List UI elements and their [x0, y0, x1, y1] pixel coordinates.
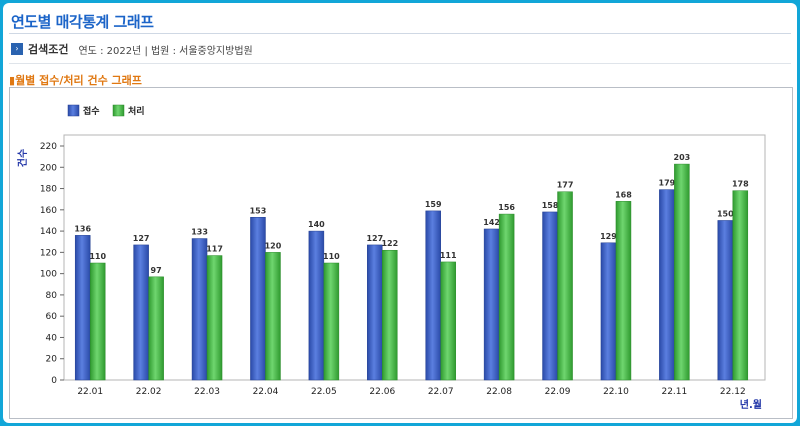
data-label: 110 [89, 252, 106, 261]
data-label: 122 [381, 239, 398, 248]
data-label: 117 [206, 245, 223, 254]
bar-receive [367, 244, 383, 381]
legend-swatch [67, 104, 80, 117]
data-label: 177 [557, 181, 574, 190]
bar-receive [74, 235, 91, 381]
y-tick-label: 0 [51, 376, 57, 386]
data-label: 179 [659, 179, 676, 188]
chart-legend: 접수 처리 [67, 104, 145, 117]
bar-receive [250, 217, 266, 381]
y-tick-label: 160 [40, 206, 57, 216]
data-label: 111 [440, 251, 457, 260]
x-tick-label: 22.03 [194, 387, 220, 397]
x-tick-label: 22.04 [253, 387, 279, 397]
data-label: 153 [250, 206, 267, 215]
bar-process [615, 201, 632, 381]
section-title: ▮월별 접수/처리 건수 그래프 [9, 72, 142, 88]
y-tick-label: 140 [40, 227, 57, 237]
bar-process [382, 249, 398, 381]
bar-receive [542, 211, 558, 381]
x-tick-label: 22.09 [545, 387, 571, 397]
x-tick-label: 22.06 [369, 387, 395, 397]
conditions-label: 검색조건 [28, 43, 69, 56]
y-tick-label: 220 [40, 142, 57, 152]
data-label: 140 [308, 220, 325, 229]
conditions-divider [9, 63, 791, 64]
data-label: 156 [498, 203, 515, 212]
bar-process [498, 213, 515, 381]
arrow-right-icon: › [11, 43, 23, 55]
data-label: 178 [732, 180, 749, 189]
title-divider [9, 33, 791, 34]
data-label: 133 [191, 228, 208, 237]
y-tick-label: 60 [46, 312, 58, 322]
x-tick-label: 22.07 [428, 387, 454, 397]
data-label: 97 [151, 266, 162, 275]
bar-receive [191, 238, 208, 381]
bar-process [89, 262, 106, 381]
bar-process [440, 261, 456, 381]
y-tick-label: 180 [40, 185, 57, 195]
bar-receive [133, 244, 149, 381]
section-title-text: 월별 접수/처리 건수 그래프 [15, 74, 142, 87]
y-tick-label: 20 [46, 355, 58, 365]
legend-label: 접수 [83, 105, 100, 117]
data-label: 127 [133, 234, 150, 243]
y-tick-label: 40 [46, 333, 58, 343]
y-tick-label: 100 [40, 270, 57, 280]
y-axis: 0 20 40 60 80 100 120 140 160 180 200 220 [40, 142, 64, 386]
bar-chart: 접수 처리 0 20 40 60 80 100 120 140 160 180 200 220 136 1… [16, 104, 766, 411]
y-tick-label: 200 [40, 163, 57, 173]
x-tick-label: 22.10 [603, 387, 629, 397]
data-label: 168 [615, 190, 632, 199]
y-axis-title: 건수 [16, 149, 29, 167]
bar-receive [600, 242, 617, 381]
bar-process [265, 252, 281, 381]
legend-swatch [112, 104, 125, 117]
x-tick-label: 22.11 [661, 387, 687, 397]
bar-process [206, 255, 223, 381]
bar-receive [483, 228, 500, 381]
bar-process [732, 190, 749, 381]
data-label: 158 [542, 201, 559, 210]
x-tick-label: 22.05 [311, 387, 337, 397]
x-axis-title: 년.월 [740, 398, 762, 411]
data-label: 203 [674, 153, 691, 162]
data-label: 159 [425, 200, 442, 209]
x-tick-label: 22.12 [720, 387, 746, 397]
bar-receive [425, 210, 441, 381]
x-tick-label: 22.02 [136, 387, 162, 397]
data-label: 129 [600, 232, 617, 241]
page-title: 연도별 매각통계 그래프 [11, 13, 154, 31]
bar-process [674, 163, 690, 381]
bar-receive [717, 220, 734, 381]
data-label: 142 [483, 218, 500, 227]
legend-label: 처리 [128, 105, 145, 117]
data-label: 110 [323, 252, 340, 261]
conditions-value: 연도 : 2022년 | 법원 : 서울중앙지방법원 [78, 45, 253, 57]
chart-frame: 접수 처리 0 20 40 60 80 100 120 140 160 180 200 220 136 1… [9, 87, 793, 419]
bar-receive [308, 230, 325, 381]
data-label: 120 [265, 241, 282, 250]
bar-process [557, 191, 573, 381]
x-tick-label: 22.01 [77, 387, 103, 397]
x-axis: 22.01 22.02 22.03 22.04 22.05 22.06 22.07 22.08… [77, 387, 745, 397]
x-tick-label: 22.08 [486, 387, 512, 397]
bar-receive [659, 189, 675, 381]
bar-process [148, 276, 164, 381]
data-label: 136 [74, 224, 91, 233]
data-label: 150 [717, 209, 734, 218]
y-tick-label: 120 [40, 248, 57, 258]
page-panel: 연도별 매각통계 그래프 › 검색조건 연도 : 2022년 | 법원 : 서울… [3, 3, 797, 423]
search-conditions: › 검색조건 연도 : 2022년 | 법원 : 서울중앙지방법원 [11, 41, 253, 57]
y-tick-label: 80 [46, 291, 58, 301]
bar-process [323, 262, 340, 381]
